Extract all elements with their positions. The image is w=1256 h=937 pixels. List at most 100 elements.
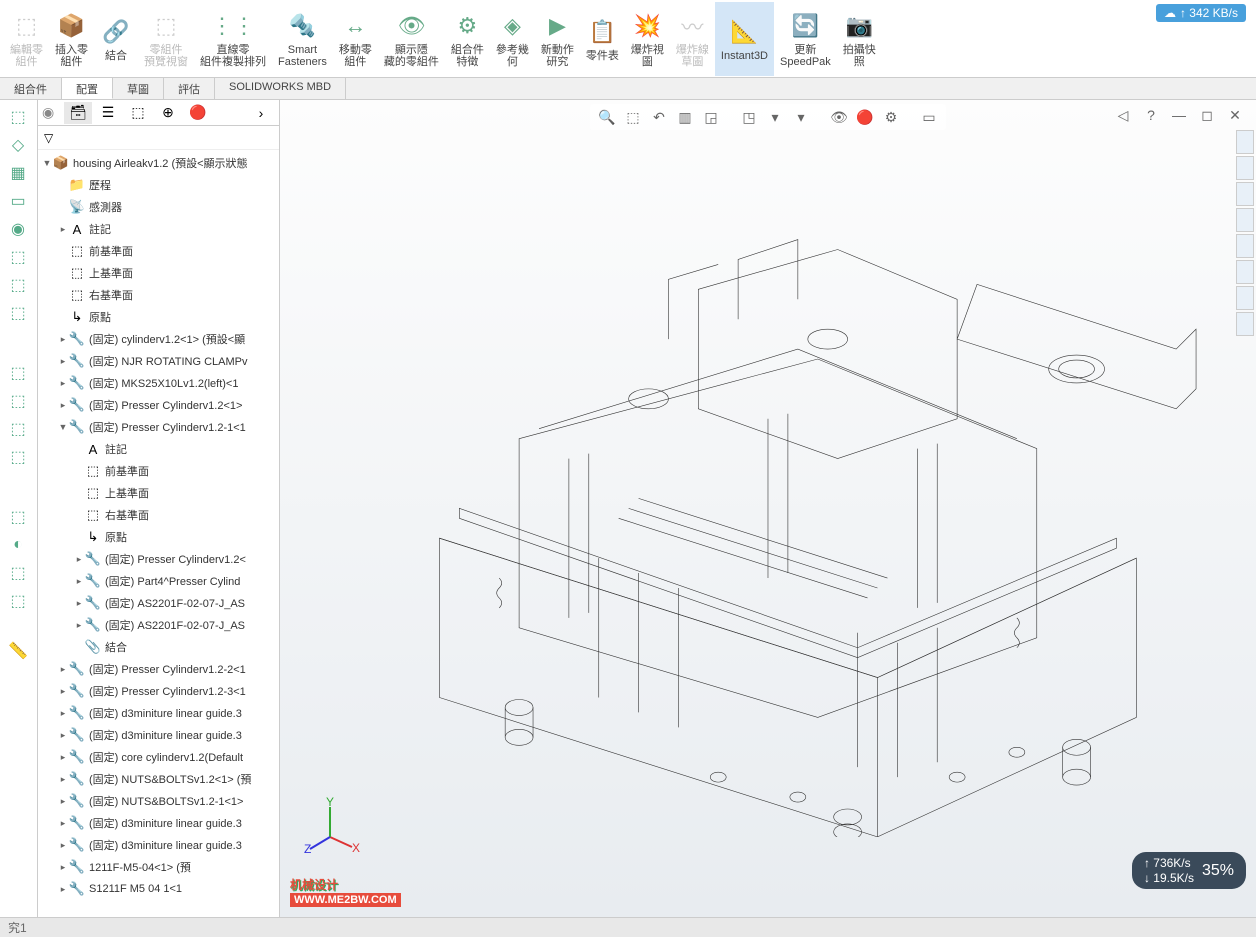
- expand-icon[interactable]: ▸: [58, 884, 68, 895]
- flyout-tab[interactable]: [1236, 182, 1254, 206]
- tree-node[interactable]: ⬚前基準面: [38, 240, 279, 262]
- expand-icon[interactable]: ▸: [58, 818, 68, 829]
- ribbon-button[interactable]: ⋮⋮直線零組件複製排列: [194, 2, 272, 76]
- ribbon-button[interactable]: 📋零件表: [580, 2, 625, 76]
- tool-icon[interactable]: ▦: [2, 160, 34, 186]
- ribbon-button[interactable]: ◈參考幾何: [490, 2, 535, 76]
- tool-icon[interactable]: ⬚: [2, 360, 34, 386]
- tree-node[interactable]: ▸🔧S1211F M5 04 1<1: [38, 878, 279, 900]
- tool-icon[interactable]: ◐: [2, 532, 34, 558]
- ribbon-button[interactable]: 💥爆炸視圖: [625, 2, 670, 76]
- flyout-tab[interactable]: [1236, 156, 1254, 180]
- expand-icon[interactable]: ▸: [58, 334, 68, 345]
- flyout-tab[interactable]: [1236, 208, 1254, 232]
- hide-show-icon[interactable]: ▾: [764, 106, 786, 128]
- tree-node[interactable]: ▸🔧(固定) NUTS&BOLTSv1.2<1> (預: [38, 768, 279, 790]
- ribbon-button[interactable]: 📐Instant3D: [715, 2, 774, 76]
- expand-icon[interactable]: ▸: [58, 862, 68, 873]
- flyout-tab[interactable]: [1236, 260, 1254, 284]
- expand-icon[interactable]: ›: [247, 102, 275, 124]
- tree-node[interactable]: ⬚上基準面: [38, 482, 279, 504]
- tree-filter[interactable]: ▽: [38, 126, 279, 150]
- ribbon-button[interactable]: 👁顯示隱藏的零組件: [378, 2, 445, 76]
- display-tab-icon[interactable]: ⬚: [124, 102, 152, 124]
- expand-icon[interactable]: ▸: [58, 400, 68, 411]
- command-tab[interactable]: 配置: [62, 78, 113, 99]
- expand-icon[interactable]: ▸: [74, 576, 84, 587]
- 3d-viewport[interactable]: 🔍 ⬚ ↶ ▥ ◲ ◳ ▾ ▾ 👁 🔴 ⚙ ▭ ◁ ? — ◻ ✕: [280, 100, 1256, 917]
- tool-icon[interactable]: ⬚: [2, 588, 34, 614]
- dim-tab-icon[interactable]: ⊕: [154, 102, 182, 124]
- expand-icon[interactable]: ▸: [58, 224, 68, 235]
- expand-icon[interactable]: ▸: [58, 796, 68, 807]
- config-tab-icon[interactable]: ☰: [94, 102, 122, 124]
- expand-icon[interactable]: ▸: [58, 664, 68, 675]
- orientation-triad[interactable]: X Y Z: [300, 797, 360, 857]
- expand-icon[interactable]: ▸: [58, 730, 68, 741]
- tree-node[interactable]: ⬚前基準面: [38, 460, 279, 482]
- help-icon[interactable]: ?: [1140, 104, 1162, 126]
- tool-icon[interactable]: ◇: [2, 132, 34, 158]
- tool-icon[interactable]: ⬚: [2, 300, 34, 326]
- tree-node[interactable]: ▸🔧1211F-M5-04<1> (預: [38, 856, 279, 878]
- tree-node[interactable]: ▸🔧(固定) core cylinderv1.2(Default: [38, 746, 279, 768]
- ribbon-button[interactable]: 🔄更新SpeedPak: [774, 2, 837, 76]
- maximize-icon[interactable]: ◻: [1196, 104, 1218, 126]
- tree-node[interactable]: ▸🔧(固定) AS2201F-02-07-J_AS: [38, 592, 279, 614]
- tool-icon[interactable]: ▭: [2, 188, 34, 214]
- expand-icon[interactable]: ▸: [74, 620, 84, 631]
- tree-node[interactable]: ▸🔧(固定) Presser Cylinderv1.2-2<1: [38, 658, 279, 680]
- tool-icon[interactable]: ⬚: [2, 560, 34, 586]
- tree-node[interactable]: 📎結合: [38, 636, 279, 658]
- back-icon[interactable]: ◁: [1112, 104, 1134, 126]
- tree-node[interactable]: ▸🔧(固定) d3miniture linear guide.3: [38, 812, 279, 834]
- edit-appearance-icon[interactable]: 👁: [828, 106, 850, 128]
- tree-node[interactable]: ▸🔧(固定) Part4^Presser Cylind: [38, 570, 279, 592]
- ribbon-button[interactable]: ↔移動零組件: [333, 2, 378, 76]
- ribbon-button[interactable]: 🔩SmartFasteners: [272, 2, 333, 76]
- tool-icon[interactable]: ⬚: [2, 272, 34, 298]
- expand-icon[interactable]: ▸: [58, 840, 68, 851]
- command-tab[interactable]: 組合件: [0, 78, 62, 99]
- tool-icon[interactable]: ⬚: [2, 388, 34, 414]
- tool-icon[interactable]: ⬚: [2, 504, 34, 530]
- panel-pin-icon[interactable]: ◉: [42, 104, 62, 121]
- tree-node[interactable]: ▸🔧(固定) Presser Cylinderv1.2<: [38, 548, 279, 570]
- zoom-area-icon[interactable]: ⬚: [622, 106, 644, 128]
- ribbon-button[interactable]: ▶新動作研究: [535, 2, 580, 76]
- tree-node[interactable]: ▸🔧(固定) d3miniture linear guide.3: [38, 834, 279, 856]
- tree-node[interactable]: ▸🔧(固定) d3miniture linear guide.3: [38, 702, 279, 724]
- tree-tab-icon[interactable]: 🗃: [64, 102, 92, 124]
- tree-node[interactable]: ▸🔧(固定) Presser Cylinderv1.2<1>: [38, 394, 279, 416]
- command-tab[interactable]: SOLIDWORKS MBD: [215, 78, 346, 99]
- section-icon[interactable]: ▥: [674, 106, 696, 128]
- view-orient-icon[interactable]: ◲: [700, 106, 722, 128]
- view-settings-icon[interactable]: ⚙: [880, 106, 902, 128]
- tool-icon[interactable]: ⬚: [2, 244, 34, 270]
- tree-node[interactable]: ↳原點: [38, 526, 279, 548]
- flyout-tab[interactable]: [1236, 312, 1254, 336]
- ribbon-button[interactable]: 📷拍攝快照: [837, 2, 882, 76]
- expand-icon[interactable]: ▸: [58, 708, 68, 719]
- tree-node[interactable]: ▸🔧(固定) MKS25X10Lv1.2(left)<1: [38, 372, 279, 394]
- expand-icon[interactable]: ▸: [74, 598, 84, 609]
- expand-icon[interactable]: ▸: [74, 554, 84, 565]
- tree-node[interactable]: ⬚右基準面: [38, 504, 279, 526]
- tree-node[interactable]: A註記: [38, 438, 279, 460]
- appearance-tab-icon[interactable]: 🔴: [184, 102, 212, 124]
- viewport-icon[interactable]: ▭: [918, 106, 940, 128]
- tree-node[interactable]: ▼📦housing Airleakv1.2 (預設<顯示狀態: [38, 152, 279, 174]
- expand-icon[interactable]: ▸: [58, 686, 68, 697]
- minimize-icon[interactable]: —: [1168, 104, 1190, 126]
- ribbon-button[interactable]: ⚙組合件特徵: [445, 2, 490, 76]
- tool-icon[interactable]: 📏: [2, 638, 34, 664]
- tool-icon[interactable]: ◉: [2, 216, 34, 242]
- flyout-tab[interactable]: [1236, 286, 1254, 310]
- tree-node[interactable]: ▸🔧(固定) AS2201F-02-07-J_AS: [38, 614, 279, 636]
- expand-icon[interactable]: ▼: [42, 158, 52, 168]
- scene-icon[interactable]: ▾: [790, 106, 812, 128]
- tree-node[interactable]: ▸🔧(固定) cylinderv1.2<1> (預設<顯: [38, 328, 279, 350]
- expand-icon[interactable]: ▸: [58, 356, 68, 367]
- expand-icon[interactable]: ▸: [58, 752, 68, 763]
- tree-node[interactable]: ▸🔧(固定) NUTS&BOLTSv1.2-1<1>: [38, 790, 279, 812]
